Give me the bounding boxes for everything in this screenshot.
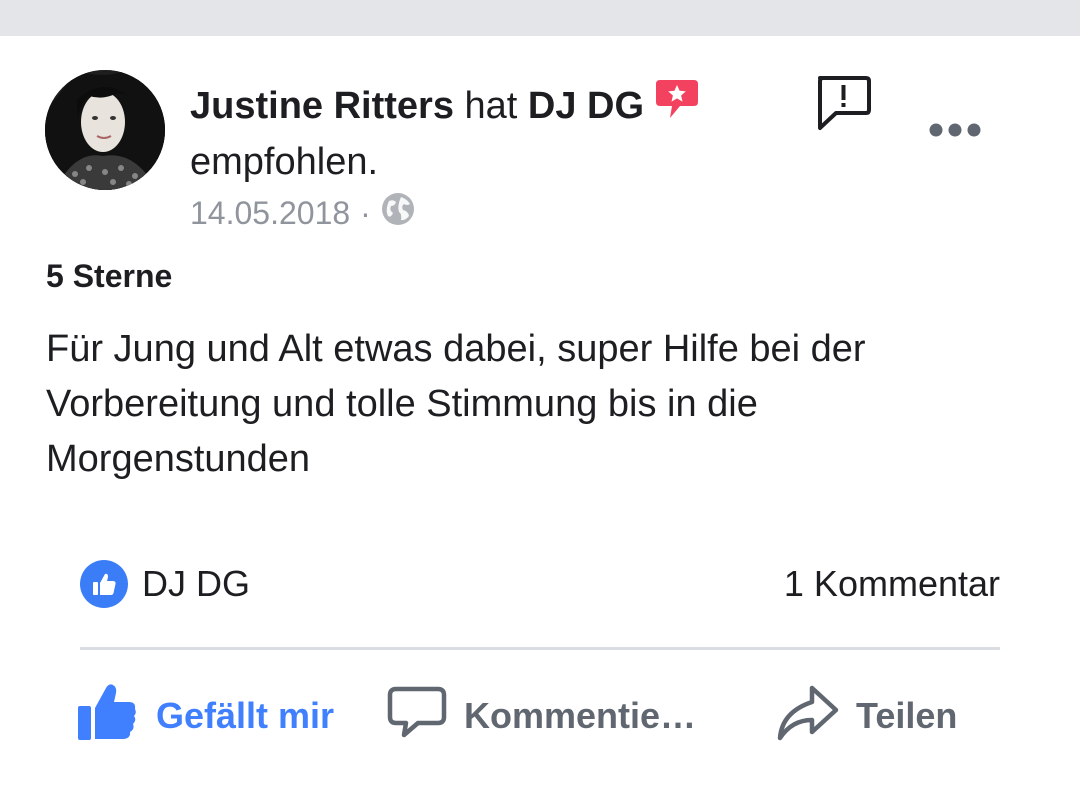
speech-bubble-icon (386, 681, 448, 752)
share-label: Teilen (856, 695, 958, 736)
like-label: Gefällt mir (156, 695, 335, 736)
like-button[interactable]: Gefällt mir (76, 676, 334, 756)
more-options-icon[interactable] (928, 122, 982, 143)
post-card: Justine Ritters hat DJ DG empfohlen. 14.… (0, 36, 1080, 796)
top-separator-bar (0, 0, 1080, 36)
author-name[interactable]: Justine Ritters (190, 85, 454, 127)
comment-count[interactable]: 1 Kommentar (784, 563, 1000, 605)
rating-label: 5 Sterne (46, 258, 173, 294)
reaction-name: DJ DG (142, 563, 250, 604)
post-date[interactable]: 14.05.2018 (190, 195, 350, 232)
divider (80, 647, 1000, 650)
meta-separator: · (360, 194, 371, 231)
header-verb: hat (464, 85, 518, 127)
like-reaction-icon (80, 560, 128, 608)
reactions-summary[interactable]: DJ DG (80, 560, 250, 608)
recommendation-icon (654, 78, 700, 135)
share-button[interactable]: Teilen (776, 676, 957, 756)
page-name[interactable]: DJ DG (528, 85, 644, 127)
avatar[interactable] (45, 70, 165, 190)
post-meta: 14.05.2018 · (190, 192, 415, 234)
report-icon[interactable] (814, 74, 872, 137)
comment-label: Kommentie… (464, 695, 697, 736)
header-suffix: empfohlen. (190, 141, 379, 183)
post-header: Justine Ritters hat DJ DG empfohlen. (190, 78, 750, 189)
action-bar: Gefällt mir Kommentie… Teilen (76, 676, 1006, 756)
comment-button[interactable]: Kommentie… (386, 676, 696, 756)
globe-icon (381, 192, 415, 234)
review-text: Für Jung und Alt etwas dabei, super Hilf… (46, 328, 866, 480)
share-arrow-icon (776, 682, 840, 751)
thumbs-up-icon (76, 680, 140, 753)
reactions-bar: DJ DG 1 Kommentar (80, 554, 1000, 614)
